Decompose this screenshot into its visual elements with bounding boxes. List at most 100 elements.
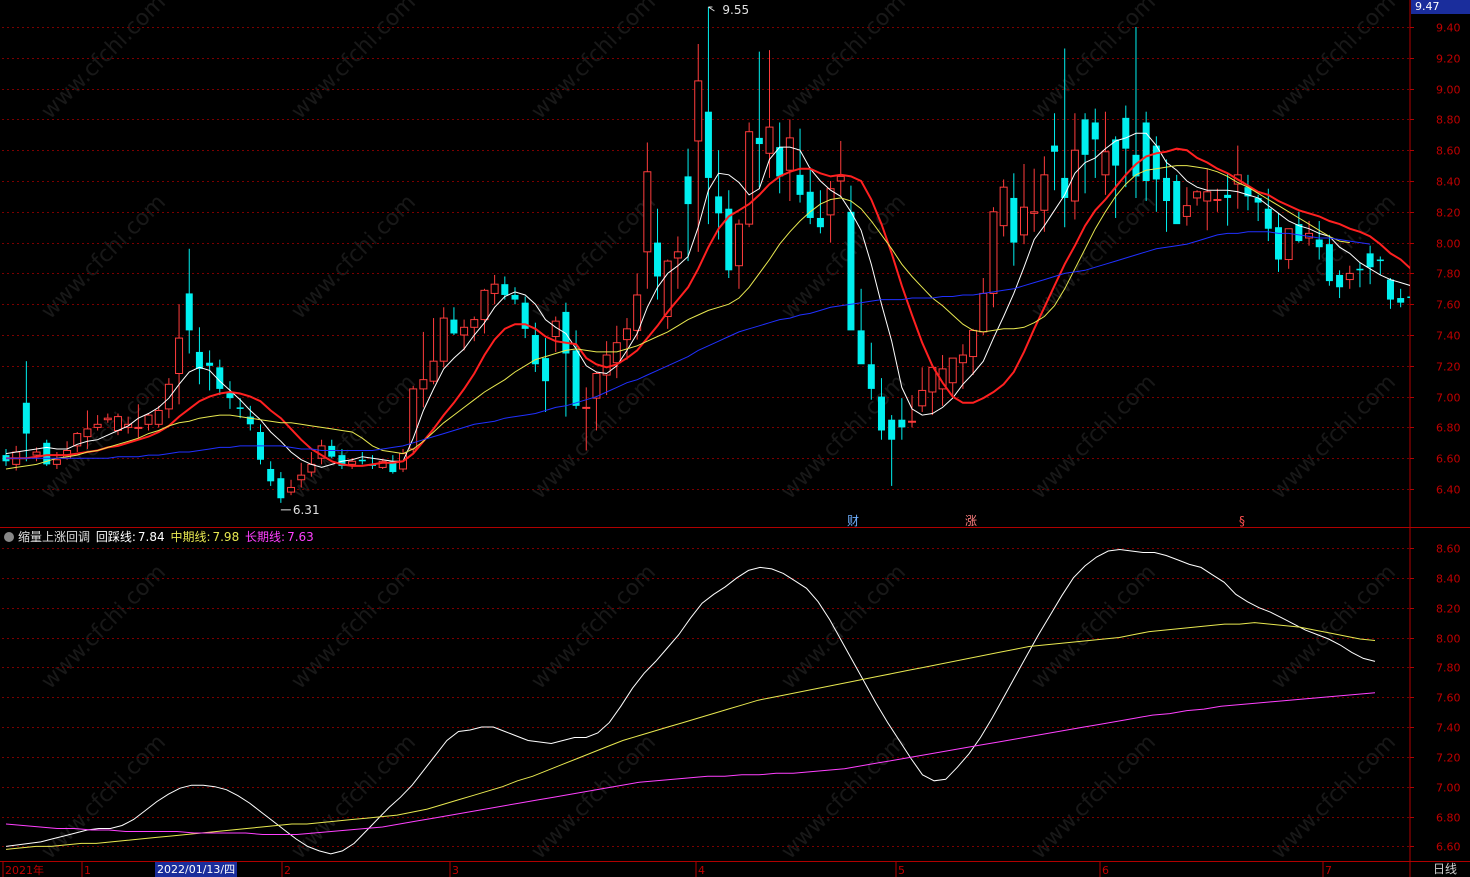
- candle-body: [1122, 117, 1130, 149]
- legend-huicai-label: 回踩线:: [95, 530, 136, 544]
- candle-body: [429, 360, 438, 382]
- candle-body: [816, 217, 824, 228]
- candle-body: [1142, 122, 1150, 181]
- candle-body: [776, 147, 784, 177]
- candle-body: [715, 196, 723, 214]
- candle-body: [1275, 227, 1282, 260]
- candle-body: [195, 351, 203, 369]
- candle-body: [898, 419, 906, 428]
- candle-body: [888, 419, 896, 440]
- candle-body: [654, 242, 662, 277]
- candle-body: [1091, 122, 1099, 140]
- candle-body: [22, 402, 30, 434]
- indicator-tick-label: 7.00: [1436, 782, 1461, 795]
- price-tick-label: 8.80: [1436, 114, 1461, 127]
- candle-body: [490, 283, 499, 294]
- price-tick-label: 8.60: [1436, 145, 1461, 158]
- current-price-tag: 9.47: [1411, 0, 1470, 14]
- indicator-toggle-icon[interactable]: [4, 532, 14, 542]
- candle-body: [1224, 194, 1232, 198]
- candle-body: [1020, 206, 1028, 236]
- candle-body: [206, 362, 214, 366]
- candle-body: [470, 319, 479, 328]
- candle-body: [1030, 211, 1039, 214]
- price-tick-label: 8.40: [1436, 176, 1461, 189]
- legend-changqi-label: 长期线:: [245, 530, 286, 544]
- candle-body: [1040, 174, 1049, 211]
- time-label: 4: [698, 864, 705, 877]
- candle-body: [358, 459, 366, 462]
- event-marker: 财: [847, 514, 859, 528]
- candle-body: [979, 292, 988, 333]
- candle-body: [867, 364, 875, 389]
- candle-body: [154, 409, 163, 425]
- candle-body: [622, 328, 631, 341]
- indicator-tick-label: 8.40: [1436, 573, 1461, 586]
- candle-body: [287, 486, 296, 493]
- price-tick-label: 7.60: [1436, 299, 1461, 312]
- candle-body: [1336, 274, 1344, 288]
- candle-body: [694, 80, 703, 142]
- candle-body: [1163, 177, 1171, 202]
- event-marker: 涨: [965, 513, 977, 528]
- candle-body: [450, 319, 458, 334]
- candle-body: [684, 176, 692, 205]
- candle-body: [1407, 296, 1410, 299]
- candle-body: [826, 188, 835, 216]
- candle-body: [267, 468, 275, 482]
- candle-body: [419, 379, 428, 390]
- candle-body: [1264, 208, 1272, 229]
- price-tick-label: 6.60: [1436, 453, 1461, 466]
- candle-body: [1010, 197, 1018, 243]
- candle-body: [1345, 272, 1354, 281]
- candle-body: [673, 251, 682, 259]
- time-label: 7: [1325, 864, 1332, 877]
- legend-zhongqi-value: 7.98: [212, 530, 240, 544]
- candle-body: [704, 111, 712, 178]
- candle-body: [460, 326, 469, 336]
- event-marker: §: [1239, 514, 1245, 528]
- legend-zhongqi-label: 中期线:: [170, 530, 211, 544]
- candle-body: [999, 186, 1008, 227]
- price-tick-label: 6.80: [1436, 422, 1461, 435]
- indicator-tick-label: 7.80: [1436, 662, 1461, 675]
- candle-body: [796, 174, 804, 195]
- price-tick-label: 7.20: [1436, 361, 1461, 374]
- candle-body: [918, 389, 927, 407]
- price-tick-label: 8.20: [1436, 207, 1461, 220]
- time-label: 2021年: [5, 863, 44, 877]
- legend-changqi-value: 7.63: [287, 530, 314, 544]
- candle-body: [562, 311, 570, 354]
- low-label: 6.31: [293, 503, 320, 517]
- candle-body: [501, 284, 509, 295]
- candle-body: [785, 137, 794, 171]
- price-tick-label: 7.40: [1436, 330, 1461, 343]
- candle-body: [734, 223, 743, 267]
- candle-body: [1081, 119, 1089, 155]
- candle-body: [297, 474, 306, 481]
- candle-body: [103, 417, 112, 421]
- price-tick-label: 6.40: [1436, 484, 1461, 497]
- time-label: 5: [898, 864, 905, 877]
- time-label: 2: [284, 864, 291, 877]
- indicator-tick-label: 7.60: [1436, 692, 1461, 705]
- candle-body: [348, 460, 357, 465]
- candle-body: [175, 337, 184, 374]
- candle-body: [877, 396, 885, 431]
- candle-body: [439, 317, 448, 362]
- candle-body: [948, 357, 957, 384]
- candle-body: [755, 137, 763, 145]
- stock-chart-canvas[interactable]: www.cfchi.com www.cfchi.com www.cfchi.com w…: [0, 0, 1470, 877]
- time-label: 3: [452, 864, 459, 877]
- legend-huicai-value: 7.84: [137, 530, 165, 544]
- candle-body: [847, 211, 855, 331]
- candle-body: [277, 478, 285, 499]
- candle-body: [1366, 253, 1374, 268]
- candle-body: [164, 383, 173, 410]
- candle-body: [236, 407, 244, 409]
- period-selector[interactable]: 日线: [1420, 862, 1470, 877]
- indicator-tick-label: 8.00: [1436, 633, 1461, 646]
- candle-body: [511, 294, 519, 300]
- candle-body: [1325, 244, 1333, 282]
- price-tick-label: 9.00: [1436, 84, 1461, 97]
